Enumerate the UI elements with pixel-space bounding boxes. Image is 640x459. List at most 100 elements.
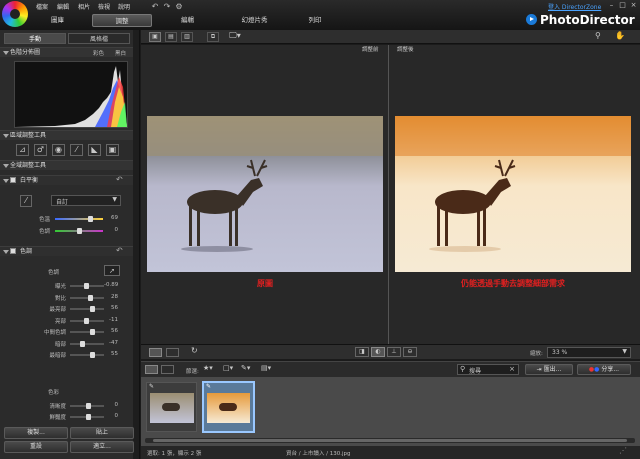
apply-button[interactable]: 適立... (70, 441, 134, 453)
slider-track[interactable] (70, 296, 104, 299)
hand-tool-icon[interactable]: ✋ (615, 31, 625, 40)
regional-tools-header[interactable]: 區域調整工具 (0, 130, 133, 140)
slider-track[interactable] (70, 354, 104, 356)
slider-handle[interactable] (84, 317, 89, 324)
tab-manual[interactable]: 手動 (4, 33, 66, 44)
compare-divider[interactable] (388, 45, 389, 344)
zoom-select[interactable]: 33 % ▼ (547, 347, 631, 358)
radial-filter-icon[interactable]: ▣ (106, 144, 119, 156)
temperature-slider-handle[interactable] (88, 216, 93, 222)
second-monitor-icon[interactable]: ⧉ (207, 32, 219, 42)
slider-track[interactable] (70, 342, 104, 345)
clear-search-icon[interactable]: × (509, 365, 515, 373)
slider-track[interactable] (70, 308, 104, 310)
slider-label: 最亮部 (49, 307, 66, 313)
tab-library[interactable]: 圖庫 (30, 14, 85, 27)
gradient-icon[interactable]: ◣ (88, 144, 101, 156)
exposure-toggle-icon[interactable]: ◐ (371, 347, 385, 357)
share-icon-2: ● (594, 366, 600, 373)
view-split-icon[interactable]: ▥ (181, 32, 193, 42)
menu-edit[interactable]: 編輯 (57, 2, 69, 11)
tab-presets[interactable]: 風格檔 (68, 33, 130, 44)
single-view-icon[interactable] (149, 348, 162, 357)
sort-icon[interactable]: ▤▾ (261, 364, 271, 372)
display-menu-icon[interactable]: 🖵▾ (229, 31, 241, 41)
signin-link[interactable]: 登入 DirectorZone (548, 2, 601, 11)
white-balance-checkbox[interactable] (10, 177, 16, 183)
slider-handle[interactable] (90, 306, 95, 312)
share-label: 分享... (601, 366, 620, 373)
histogram-header[interactable]: 色階分佈圖 (0, 47, 133, 57)
brush-icon[interactable]: ⁄ (70, 144, 83, 156)
view-compare-icon[interactable]: ▤ (165, 32, 177, 42)
tone-header[interactable]: 色調 (0, 246, 133, 256)
filmstrip-scroll-thumb[interactable] (153, 439, 627, 442)
settings-gear-icon[interactable]: ⚙ (174, 2, 184, 12)
tone-reset-icon[interactable]: ↶ (116, 246, 123, 255)
color-label-filter-icon[interactable]: ✎▾ (241, 364, 250, 372)
tab-adjust[interactable]: 調整 (92, 14, 152, 27)
copy-button[interactable]: 複製... (4, 427, 68, 439)
white-balance-preset-select[interactable]: 自訂 ▼ (51, 195, 121, 206)
menu-photo[interactable]: 相片 (78, 2, 90, 11)
thumbnail-2-selected[interactable]: ✎ (202, 381, 255, 433)
share-button[interactable]: ●● 分享... (577, 364, 631, 375)
close-icon[interactable]: × (629, 1, 638, 10)
slider-handle[interactable] (90, 352, 95, 358)
resize-grip-icon[interactable]: ⋰ (619, 446, 627, 455)
slider-handle[interactable] (88, 294, 93, 301)
tab-print[interactable]: 列印 (290, 14, 340, 27)
slider-label: 亮部 (54, 318, 66, 325)
rotate-icon[interactable]: ↻ (191, 346, 198, 355)
paste-button[interactable]: 貼上 (70, 427, 134, 439)
slider-handle[interactable] (84, 283, 89, 289)
view-single-icon[interactable]: ▣ (149, 32, 161, 42)
menu-help[interactable]: 說明 (118, 2, 130, 11)
before-caption: 原圖 (257, 279, 273, 288)
tone-picker-icon[interactable]: ➚ (104, 265, 120, 276)
thumbnail-1[interactable]: ✎ (146, 382, 197, 432)
search-icon: ⚲ (460, 365, 466, 373)
white-balance-header[interactable]: 白平衡 (0, 175, 133, 185)
grid-view-icon[interactable] (161, 365, 174, 374)
undo-icon[interactable]: ↶ (150, 2, 160, 12)
tint-slider-handle[interactable] (77, 228, 82, 234)
reset-button[interactable]: 重設 (4, 441, 68, 453)
temperature-slider-track[interactable] (55, 218, 103, 220)
slider-track[interactable] (70, 331, 104, 333)
tone-checkbox[interactable] (10, 248, 16, 254)
histogram-bw-mode[interactable]: 黑白 (115, 49, 126, 57)
after-label: 調整後 (397, 47, 414, 53)
menu-file[interactable]: 檔案 (36, 2, 48, 11)
red-eye-icon[interactable]: ◉ (52, 144, 65, 156)
menu-view[interactable]: 檢視 (98, 2, 110, 11)
slider-handle[interactable] (80, 340, 85, 347)
compare-before-after-icon[interactable]: ◨ (355, 347, 369, 357)
split-horizontal-icon[interactable]: ⊖ (403, 347, 417, 357)
star-filter-icon[interactable]: ★▾ (203, 364, 213, 372)
histogram-color-mode[interactable]: 彩色 (93, 49, 104, 57)
maximize-icon[interactable]: □ (618, 1, 627, 10)
crop-icon[interactable]: ⊿ (16, 144, 29, 156)
eyedropper-icon[interactable]: ⁄ (20, 195, 32, 207)
white-balance-reset-icon[interactable]: ↶ (116, 175, 123, 184)
list-view-icon[interactable] (145, 365, 158, 374)
slider-handle[interactable] (90, 329, 95, 335)
panel-scrollbar[interactable] (133, 30, 139, 459)
filmstrip-scrollbar[interactable] (145, 438, 635, 443)
slider-handle[interactable] (86, 403, 91, 409)
tab-slideshow[interactable]: 幻燈片秀 (222, 14, 287, 27)
dual-view-icon[interactable] (166, 348, 179, 357)
minimize-icon[interactable]: – (607, 1, 616, 10)
tab-edit[interactable]: 編輯 (160, 14, 215, 27)
redo-icon[interactable]: ↷ (162, 2, 172, 12)
global-tools-header[interactable]: 全域調整工具 (0, 160, 133, 170)
thumbnail-image (207, 393, 250, 423)
export-button[interactable]: ⇥ 匯出... (525, 364, 573, 375)
split-vertical-icon[interactable]: ⊥ (387, 347, 401, 357)
spot-removal-icon[interactable]: ♂ (34, 144, 47, 156)
slider-handle[interactable] (86, 414, 91, 420)
flag-filter-icon[interactable]: □▾ (223, 364, 233, 372)
zoom-tool-icon[interactable]: ⚲ (595, 31, 601, 40)
search-input[interactable]: ⚲ 搜尋 × (457, 364, 519, 375)
